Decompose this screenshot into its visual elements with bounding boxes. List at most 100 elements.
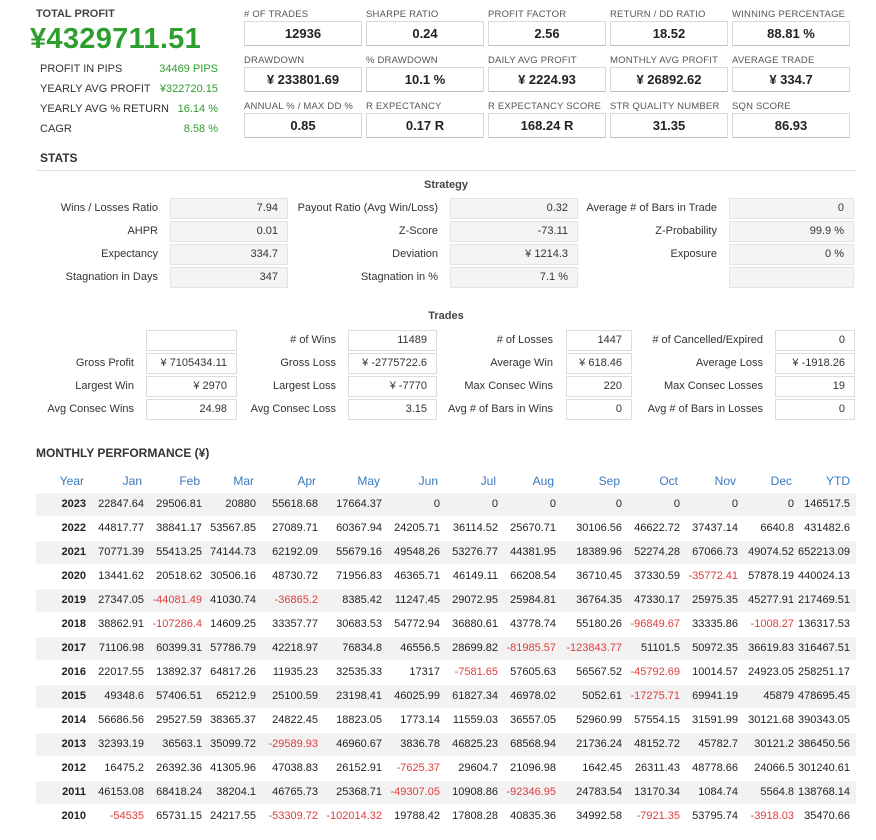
metric-tile-value: 86.93 [732, 113, 850, 138]
value-cell: 46622.72 [626, 515, 684, 540]
value-cell: 1084.74 [684, 779, 742, 804]
value-cell: 5052.61 [560, 683, 626, 708]
value-cell: -7581.65 [444, 659, 502, 684]
year-cell: 2021 [36, 539, 90, 564]
value-cell: 43778.74 [502, 611, 560, 636]
strategy-label: Exposure [670, 248, 717, 260]
value-cell: -44081.49 [148, 587, 206, 612]
trades-value: 3.15 [348, 399, 437, 420]
summary-metric-label: PROFIT IN PIPS [40, 63, 123, 75]
value-cell: 49548.26 [386, 539, 444, 564]
value-cell: 37437.14 [684, 515, 742, 540]
metric-tile-value: 168.24 R [488, 113, 606, 138]
metric-tile: PROFIT FACTOR 2.56 [488, 9, 606, 46]
metric-tile-label: PROFIT FACTOR [488, 9, 567, 20]
value-cell: 42218.97 [260, 635, 322, 660]
value-cell: 61827.34 [444, 683, 502, 708]
trades-title: Trades [428, 310, 464, 322]
metric-tile: MONTHLY AVG PROFIT ¥ 26892.62 [610, 55, 728, 92]
value-cell: 3836.78 [386, 731, 444, 756]
value-cell: 68568.94 [502, 731, 560, 756]
value-cell: 36557.05 [502, 707, 560, 732]
value-cell: 64817.26 [206, 659, 260, 684]
value-cell: 29506.81 [148, 491, 206, 516]
value-cell: 27347.05 [90, 587, 148, 612]
value-cell: 29072.95 [444, 587, 502, 612]
value-cell: 30506.16 [206, 563, 260, 588]
value-cell: 40835.36 [502, 803, 560, 828]
value-cell: 76834.8 [322, 635, 386, 660]
year-cell: 2018 [36, 611, 90, 636]
trades-value: ¥ -2775722.6 [348, 353, 437, 374]
value-cell: 36710.45 [560, 563, 626, 588]
value-cell: 46025.99 [386, 683, 444, 708]
value-cell: 25984.81 [502, 587, 560, 612]
stats-divider [36, 170, 856, 171]
metric-tile-value: ¥ 2224.93 [488, 67, 606, 92]
metric-tile: R EXPECTANCY 0.17 R [366, 101, 484, 138]
value-cell: 0 [742, 491, 798, 516]
value-cell: 11247.45 [386, 587, 444, 612]
value-cell: 46556.5 [386, 635, 444, 660]
value-cell: -123843.77 [560, 635, 626, 660]
strategy-label: Expectancy [101, 248, 158, 260]
summary-metric: YEARLY AVG PROFIT ¥322720.15 [30, 80, 225, 100]
table-row: 2014 56686.56 29527.59 38365.37 24822.45 1882… [36, 707, 856, 732]
value-cell: 51101.5 [626, 635, 684, 660]
strategy-value [729, 267, 854, 288]
value-cell: 55618.68 [260, 491, 322, 516]
value-cell: 60399.31 [148, 635, 206, 660]
value-cell: 17664.37 [322, 491, 386, 516]
value-cell: 16475.2 [90, 755, 148, 780]
summary-metric: PROFIT IN PIPS 34469 PIPS [30, 60, 225, 80]
strategy-label: Z-Score [398, 225, 438, 237]
value-cell: -3918.03 [742, 803, 798, 828]
table-row: 2021 70771.39 55413.25 74144.73 62192.09 5567… [36, 539, 856, 564]
value-cell: 57878.19 [742, 563, 798, 588]
value-cell: 24205.71 [386, 515, 444, 540]
year-cell: 2012 [36, 755, 90, 780]
value-cell: 45782.7 [684, 731, 742, 756]
value-cell: 33335.86 [684, 611, 742, 636]
value-cell: 431482.6 [798, 515, 856, 540]
trades-value: 220 [566, 376, 632, 397]
metric-tile-label: AVERAGE TRADE [732, 55, 815, 66]
value-cell: 5564.8 [742, 779, 798, 804]
metric-tile-value: 0.24 [366, 21, 484, 46]
value-cell: 478695.45 [798, 683, 856, 708]
value-cell: 23198.41 [322, 683, 386, 708]
value-cell: 53795.74 [684, 803, 742, 828]
value-cell: 48152.72 [626, 731, 684, 756]
value-cell: 18389.96 [560, 539, 626, 564]
value-cell: 20518.62 [148, 563, 206, 588]
metric-tile: R EXPECTANCY SCORE 168.24 R [488, 101, 606, 138]
value-cell: 30121.68 [742, 707, 798, 732]
trades-value: ¥ -7770 [348, 376, 437, 397]
strategy-label: AHPR [127, 225, 158, 237]
value-cell: 60367.94 [322, 515, 386, 540]
value-cell: 37330.59 [626, 563, 684, 588]
value-cell: 0 [444, 491, 502, 516]
column-header: Aug [502, 470, 560, 492]
value-cell: 25368.71 [322, 779, 386, 804]
value-cell: 32535.33 [322, 659, 386, 684]
metric-tile-value: 0.17 R [366, 113, 484, 138]
trades-label: # of Wins [290, 334, 336, 346]
metric-tile: AVERAGE TRADE ¥ 334.7 [732, 55, 850, 92]
value-cell: 18823.05 [322, 707, 386, 732]
value-cell: 56686.56 [90, 707, 148, 732]
trades-label: Largest Win [75, 380, 134, 392]
metric-tile-label: DAILY AVG PROFIT [488, 55, 577, 66]
value-cell: -96849.67 [626, 611, 684, 636]
value-cell: 29604.7 [444, 755, 502, 780]
value-cell: -29589.93 [260, 731, 322, 756]
trades-value: ¥ 2970 [146, 376, 237, 397]
value-cell: 17808.28 [444, 803, 502, 828]
value-cell: 44817.77 [90, 515, 148, 540]
value-cell: 6640.8 [742, 515, 798, 540]
year-cell: 2016 [36, 659, 90, 684]
column-header: Mar [206, 470, 260, 492]
trades-label: Average Win [490, 357, 553, 369]
metric-tile: ANNUAL % / MAX DD % 0.85 [244, 101, 362, 138]
value-cell: 26392.36 [148, 755, 206, 780]
